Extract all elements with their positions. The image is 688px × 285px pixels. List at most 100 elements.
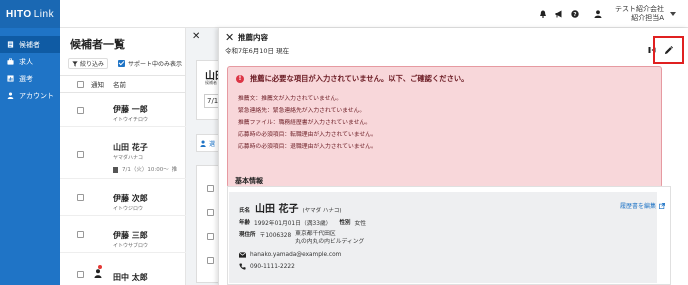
row-checkbox[interactable] bbox=[77, 271, 84, 278]
table-row[interactable]: 田中 太郎 bbox=[60, 253, 186, 285]
drawer-close-icon[interactable]: ✕ bbox=[225, 31, 234, 44]
candidate-name[interactable]: 伊藤 一郎 bbox=[113, 104, 148, 115]
row-checkbox[interactable] bbox=[207, 209, 214, 216]
sidebar-item-label: 選考 bbox=[19, 74, 33, 83]
alert-list: 推薦文：推薦文が入力されていません。 緊急連絡先：緊急連絡先が入力されていません… bbox=[238, 93, 377, 153]
candidate-kana: ヤマダハナコ bbox=[113, 155, 144, 161]
column-name: 名前 bbox=[113, 81, 126, 89]
document-icon bbox=[113, 166, 118, 173]
selection-list bbox=[196, 165, 218, 283]
basic-info-title: 基本情報 bbox=[235, 177, 263, 185]
account-menu[interactable]: テスト紹介会社 紹介担当A bbox=[615, 5, 664, 23]
address-label: 現住所 bbox=[239, 232, 256, 238]
alert-item: 緊急連絡先：緊急連絡先が入力されていません。 bbox=[238, 108, 366, 114]
briefcase-icon bbox=[7, 58, 14, 65]
alert-item: 推薦ファイル：職務経歴書が入力されていません。 bbox=[238, 120, 371, 126]
sidebar-item-jobs[interactable]: 求人 bbox=[0, 53, 60, 70]
address-row: 現住所 〒1006328 東京都千代田区 丸の内丸の内ビルディング bbox=[239, 230, 364, 246]
row-checkbox[interactable] bbox=[77, 231, 84, 238]
pencil-icon bbox=[664, 45, 673, 54]
candidate-name[interactable]: 田中 太郎 bbox=[113, 272, 148, 283]
row-checkbox[interactable] bbox=[77, 194, 84, 201]
alert-item: 推薦文：推薦文が入力されていません。 bbox=[238, 96, 342, 102]
support-label: サポート中のみ表示 bbox=[128, 61, 183, 68]
birth-label: 年齢 bbox=[239, 220, 251, 226]
drawer-title: 推薦内容 bbox=[238, 33, 268, 42]
logo-main: HITO bbox=[6, 8, 32, 20]
logo-sub: Link bbox=[33, 8, 55, 20]
edit-button[interactable] bbox=[653, 36, 684, 64]
person-icon bbox=[94, 269, 102, 278]
svg-text:?: ? bbox=[573, 12, 576, 18]
phone-value: 090-1111-2222 bbox=[250, 263, 295, 270]
gender-value: 女性 bbox=[354, 221, 367, 227]
sidebar-item-candidates[interactable]: 候補者 bbox=[0, 36, 60, 53]
table-header: 通知 名前 bbox=[60, 75, 186, 93]
top-header: ? テスト紹介会社 紹介担当A bbox=[60, 0, 688, 28]
candidate-list-panel: 候補者一覧 絞り込み サポート中のみ表示 通知 名前 伊藤 一郎 イトウイチロウ… bbox=[60, 28, 186, 285]
candidate-kana: イトウジロウ bbox=[113, 206, 144, 212]
schedule-text: 7/1（火）10:00〜 bbox=[122, 167, 169, 173]
row-checkbox[interactable] bbox=[207, 233, 214, 240]
person-icon bbox=[7, 92, 14, 99]
phone-row: 090-1111-2222 bbox=[239, 263, 295, 270]
sidebar-item-label: 候補者 bbox=[19, 40, 40, 49]
close-icon[interactable]: ✕ bbox=[192, 31, 200, 42]
edit-resume-label: 履歴書を編集 bbox=[620, 203, 657, 210]
email-value[interactable]: hanako.yamada@example.com bbox=[250, 252, 341, 258]
sidebar-item-account[interactable]: アカウント bbox=[0, 87, 60, 104]
row-checkbox[interactable] bbox=[207, 185, 214, 192]
sidebar: HITO Link 候補者 求人 選考 アカウント bbox=[0, 0, 60, 285]
address-line-2: 丸の内丸の内ビルディング bbox=[295, 239, 365, 245]
row-checkbox[interactable] bbox=[77, 151, 84, 158]
user-icon[interactable] bbox=[594, 10, 602, 18]
gender-label: 性別 bbox=[339, 220, 351, 226]
filter-label: 絞り込み bbox=[80, 61, 105, 68]
table-row[interactable]: 山田 花子 ヤマダハナコ 7/1（火）10:00〜推 bbox=[60, 127, 186, 179]
app-logo[interactable]: HITO Link bbox=[0, 0, 60, 28]
sidebar-item-selection[interactable]: 選考 bbox=[0, 70, 60, 87]
candidate-kana: イトウイチロウ bbox=[113, 117, 149, 123]
help-icon[interactable]: ? bbox=[571, 10, 579, 18]
candidate-kana: (ヤマダ ハナコ) bbox=[302, 208, 342, 214]
company-name: テスト紹介会社 bbox=[615, 5, 664, 13]
name-label: 氏名 bbox=[239, 208, 251, 214]
megaphone-icon[interactable] bbox=[555, 10, 563, 18]
email-row: hanako.yamada@example.com bbox=[239, 252, 341, 258]
page-title: 候補者一覧 bbox=[70, 38, 125, 51]
document-icon bbox=[7, 41, 14, 48]
postal-code: 〒1006328 bbox=[259, 233, 292, 239]
external-link-icon bbox=[659, 202, 665, 209]
table-row[interactable]: 伊藤 三郎 イトウサブロウ bbox=[60, 216, 186, 253]
candidate-full-name: 山田 花子 bbox=[255, 204, 299, 215]
alert-item: 応募時の必須項目：退職理由が入力されていません。 bbox=[238, 144, 377, 150]
select-all-checkbox[interactable] bbox=[77, 80, 84, 88]
checkbox-checked-icon[interactable] bbox=[118, 60, 125, 67]
filter-button[interactable]: 絞り込み bbox=[68, 58, 109, 69]
candidate-name[interactable]: 伊藤 次郎 bbox=[113, 193, 148, 204]
table-row[interactable]: 伊藤 次郎 イトウジロウ bbox=[60, 179, 186, 216]
user-name: 紹介担当A bbox=[631, 14, 664, 22]
alert-item: 応募時の必須項目：転職理由が入力されていません。 bbox=[238, 132, 377, 138]
selection-tab[interactable]: 選 bbox=[196, 134, 218, 152]
column-notify: 通知 bbox=[91, 81, 104, 89]
table-row[interactable]: 伊藤 一郎 イトウイチロウ bbox=[60, 93, 186, 127]
row-checkbox[interactable] bbox=[207, 257, 214, 264]
phone-icon bbox=[239, 263, 246, 270]
mail-icon bbox=[239, 252, 246, 258]
edit-resume-link[interactable]: 履歴書を編集 bbox=[620, 201, 665, 210]
chevron-down-icon[interactable] bbox=[670, 12, 676, 16]
sidebar-item-label: アカウント bbox=[19, 91, 54, 100]
filter-icon bbox=[72, 60, 78, 67]
row-checkbox[interactable] bbox=[77, 107, 84, 114]
birth-value: 1992年01月01日（満33歳） bbox=[254, 221, 332, 227]
candidate-name[interactable]: 伊藤 三郎 bbox=[113, 230, 148, 241]
schedule-info: 7/1（火）10:00〜推 bbox=[113, 165, 177, 173]
detail-date-box[interactable]: 7/1 bbox=[204, 94, 218, 108]
support-only-toggle[interactable]: サポート中のみ表示 bbox=[118, 59, 182, 68]
candidate-name[interactable]: 山田 花子 bbox=[113, 142, 148, 153]
address-value: 東京都千代田区 丸の内丸の内ビルディング bbox=[295, 230, 364, 246]
name-row: 氏名 山田 花子 (ヤマダ ハナコ) bbox=[239, 200, 342, 215]
chart-icon bbox=[7, 75, 14, 82]
bell-icon[interactable] bbox=[539, 10, 547, 18]
